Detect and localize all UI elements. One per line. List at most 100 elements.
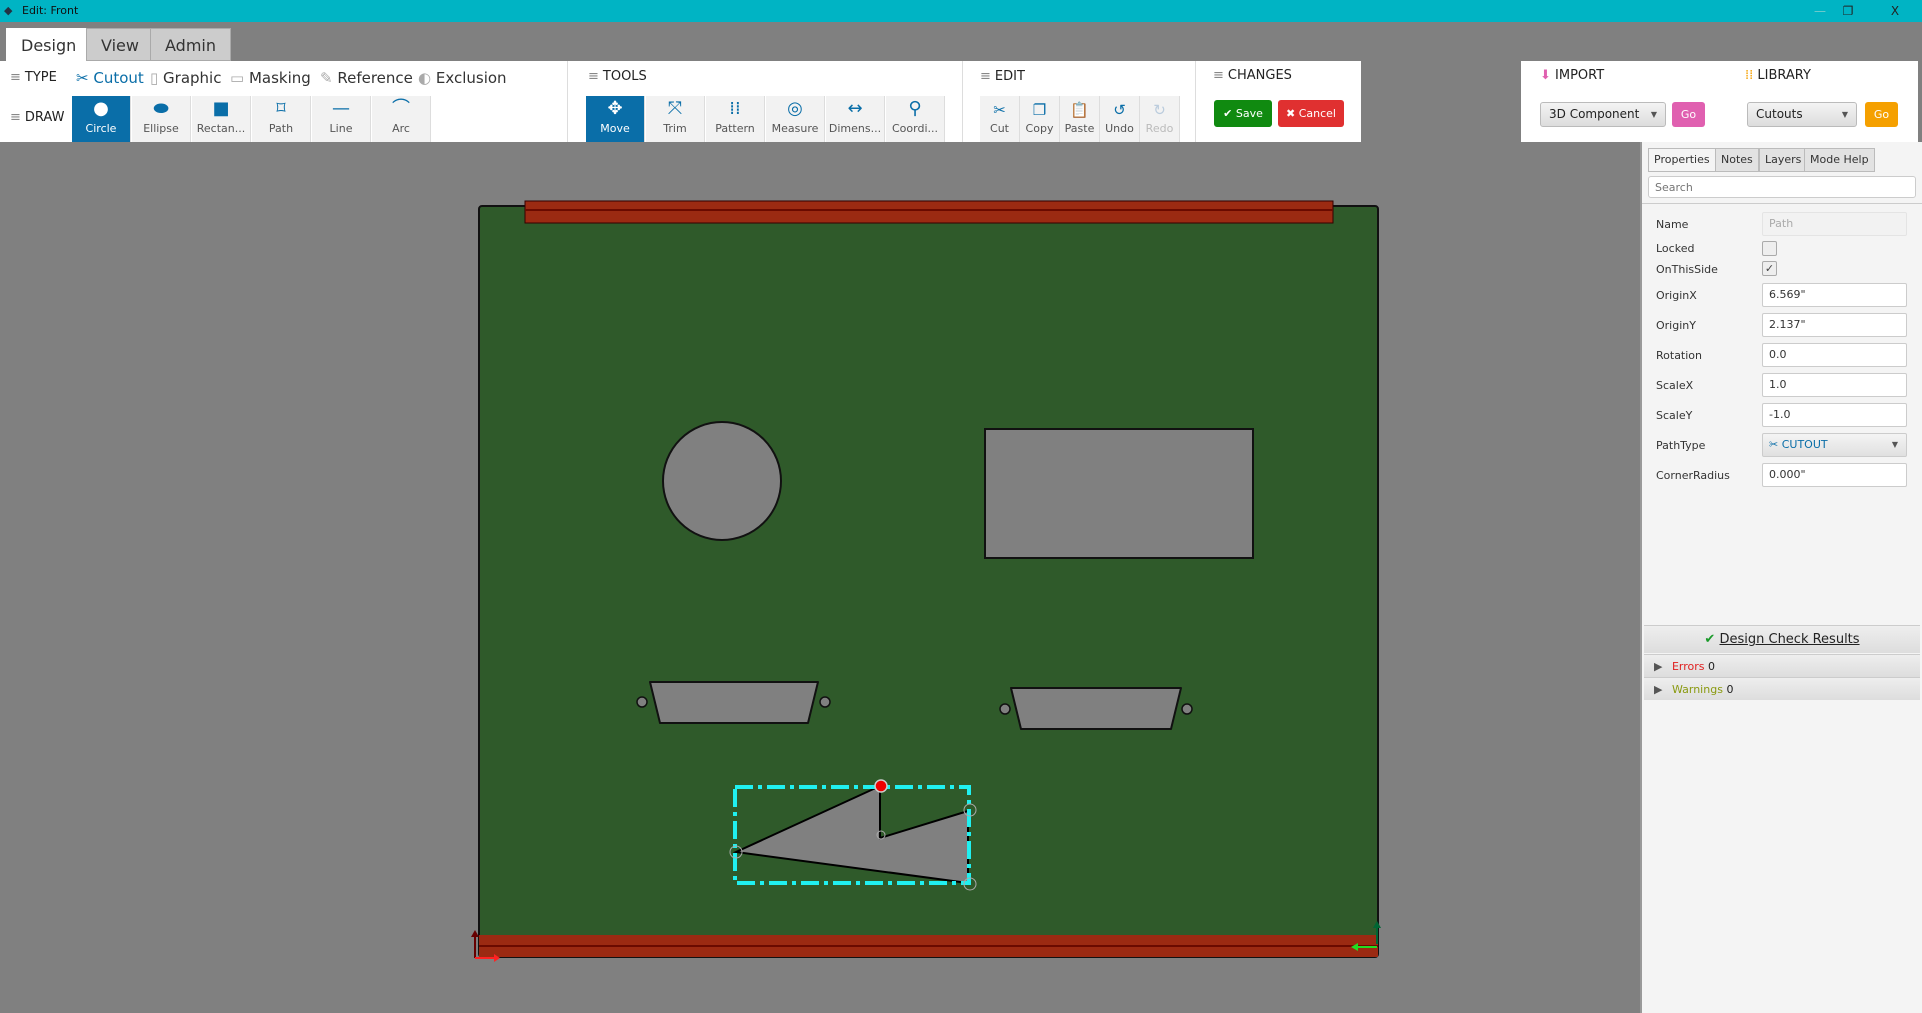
origin-x-field[interactable]: 6.569" [1762,283,1907,307]
origin-y-label: OriginY [1656,319,1696,332]
app-logo-icon: ◆ [4,4,13,17]
type-graphic[interactable]: ▯ Graphic [150,69,221,87]
d-sub-cutout-right[interactable] [999,687,1193,730]
tool-coordinate-button[interactable]: ⚲ Coordi... [886,96,945,142]
restore-button[interactable]: ❐ [1833,0,1863,22]
paste-icon: 📋 [1070,101,1089,119]
cut-button[interactable]: ✂ Cut [980,96,1020,142]
draw-ellipse-button[interactable]: ⬬ Ellipse [132,96,191,142]
map-pin-icon: ⚲ [908,98,922,119]
draw-section-label: ≡ DRAW [10,110,65,125]
property-search-input[interactable] [1648,176,1916,198]
trim-icon: ⤧ [667,98,683,119]
tab-properties[interactable]: Properties [1648,148,1716,172]
top-rail [524,200,1334,224]
menu-icon: ≡ [588,69,599,84]
masking-icon: ▭ [230,69,245,87]
tool-trim-button[interactable]: ⤧ Trim [646,96,705,142]
caret-down-icon: ▼ [1841,110,1848,119]
circle-icon: ● [93,98,109,119]
d-sub-cutout-left[interactable] [636,681,831,724]
locked-label: Locked [1656,242,1695,255]
scissors-icon: ✂ [76,69,89,87]
edit-icon: ✎ [320,69,333,87]
library-label: ⁞⁞ LIBRARY [1745,68,1811,83]
edit-section-label: ≡ EDIT [980,69,1025,84]
pattern-icon: ⁞⁞ [729,98,741,119]
rectangle-icon: ■ [212,98,230,119]
corner-radius-label: CornerRadius [1656,469,1730,482]
half-circle-icon: ◐ [418,69,432,87]
rectangle-cutout[interactable] [984,428,1254,559]
library-dropdown[interactable]: Cutouts ▼ [1747,102,1857,127]
circle-cutout[interactable] [662,421,782,541]
name-field[interactable]: Path [1762,212,1907,236]
caret-down-icon: ▼ [1891,440,1898,449]
draw-path-button[interactable]: ⌑ Path [252,96,311,142]
path-type-label: PathType [1656,439,1706,452]
scale-x-field[interactable]: 1.0 [1762,373,1907,397]
copy-button[interactable]: ❐ Copy [1020,96,1060,142]
redo-button[interactable]: ↻ Redo [1140,96,1180,142]
tool-dimension-button[interactable]: ↔ Dimens... [826,96,885,142]
scale-x-label: ScaleX [1656,379,1694,392]
ellipse-icon: ⬬ [153,98,169,119]
scale-y-field[interactable]: -1.0 [1762,403,1907,427]
tab-design[interactable]: Design [6,28,92,61]
save-button[interactable]: ✔ Save [1214,100,1272,127]
tab-notes[interactable]: Notes [1715,148,1759,172]
menu-icon: ≡ [10,70,21,85]
paste-button[interactable]: 📋 Paste [1060,96,1100,142]
tab-view[interactable]: View [86,28,154,61]
title-bar: ◆ Edit: Front — ❐ X [0,0,1922,22]
origin-y-field[interactable]: 2.137" [1762,313,1907,337]
dimension-icon: ↔ [847,98,863,119]
tab-mode-help[interactable]: Mode Help [1804,148,1875,172]
move-icon: ✥ [607,98,623,119]
active-vertex-handle[interactable] [874,779,888,793]
menu-icon: ≡ [980,69,991,84]
cancel-button[interactable]: ✖ Cancel [1278,100,1344,127]
close-button[interactable]: X [1880,0,1910,22]
errors-row[interactable]: ▶ Errors 0 [1644,654,1920,677]
caret-down-icon: ▼ [1650,110,1657,119]
type-cutout[interactable]: ✂ Cutout [76,69,144,87]
import-go-button[interactable]: Go [1672,102,1705,127]
rotation-field[interactable]: 0.0 [1762,343,1907,367]
main-tabs: Design View Admin [0,22,1922,61]
grid-icon: ⁞⁞ [1745,68,1754,83]
arc-icon: ⌒ [392,98,410,119]
name-label: Name [1656,218,1689,231]
type-exclusion[interactable]: ◐ Exclusion [418,69,507,87]
minimize-button[interactable]: — [1805,0,1835,22]
draw-arc-button[interactable]: ⌒ Arc [372,96,431,142]
library-go-button[interactable]: Go [1865,102,1898,127]
line-icon: — [332,98,350,119]
type-reference[interactable]: ✎ Reference [320,69,413,87]
errors-count: 0 [1708,660,1716,673]
tab-admin[interactable]: Admin [150,28,231,61]
design-check-header[interactable]: ✔ Design Check Results [1644,625,1920,653]
design-canvas[interactable] [0,142,1640,1013]
measure-icon: ◎ [787,98,803,119]
undo-button[interactable]: ↺ Undo [1100,96,1140,142]
warnings-row[interactable]: ▶ Warnings 0 [1644,677,1920,700]
on-this-side-checkbox[interactable]: ✓ [1762,261,1777,276]
tool-move-button[interactable]: ✥ Move [586,96,645,142]
draw-line-button[interactable]: — Line [312,96,371,142]
draw-rectangle-button[interactable]: ■ Rectan... [192,96,251,142]
tab-layers[interactable]: Layers [1759,148,1808,172]
changes-section-label: ≡ CHANGES [1213,68,1292,83]
tool-pattern-button[interactable]: ⁞⁞ Pattern [706,96,765,142]
import-type-dropdown[interactable]: 3D Component ▼ [1540,102,1666,127]
design-check-link[interactable]: Design Check Results [1719,632,1859,647]
locked-checkbox[interactable] [1762,241,1777,256]
expand-arrow-icon: ▶ [1654,683,1663,696]
tool-measure-button[interactable]: ◎ Measure [766,96,825,142]
download-icon: ⬇ [1540,68,1551,83]
type-masking[interactable]: ▭ Masking [230,69,311,87]
corner-radius-field[interactable]: 0.000" [1762,463,1907,487]
draw-circle-button[interactable]: ● Circle [72,96,131,142]
path-type-dropdown[interactable]: ✂ CUTOUT ▼ [1762,433,1907,457]
warnings-count: 0 [1726,683,1734,696]
